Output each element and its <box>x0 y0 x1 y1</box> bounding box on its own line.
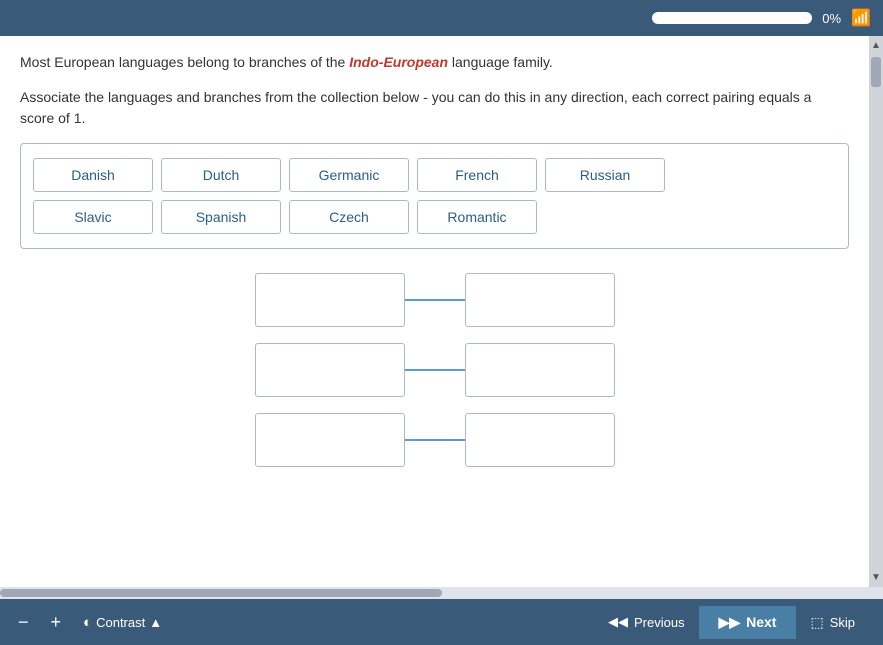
horizontal-scrollbar[interactable] <box>0 587 883 599</box>
scroll-up-arrow[interactable]: ▲ <box>869 38 883 53</box>
pair-slot-1-left[interactable] <box>255 273 405 327</box>
h-scroll-thumb[interactable] <box>0 589 442 597</box>
intro-text-before: Most European languages belong to branch… <box>20 54 349 70</box>
previous-button[interactable]: ◀◀ Previous <box>594 606 699 638</box>
top-bar: 0% 📶 <box>0 0 883 36</box>
pair-connector-3 <box>405 439 465 441</box>
word-bank: Danish Dutch Germanic French Russian Sla… <box>20 143 849 249</box>
main-content: Most European languages belong to branch… <box>0 36 869 587</box>
contrast-circle-icon: ◐ <box>83 614 92 631</box>
word-chip-russian[interactable]: Russian <box>545 158 665 192</box>
previous-label: Previous <box>634 615 685 630</box>
word-chip-slavic[interactable]: Slavic <box>33 200 153 234</box>
next-skip-icon: ▶▶ <box>719 614 741 631</box>
pair-slot-1-right[interactable] <box>465 273 615 327</box>
word-chip-danish[interactable]: Danish <box>33 158 153 192</box>
indo-european-highlight: Indo-European <box>349 54 448 70</box>
word-bank-row-2: Slavic Spanish Czech Romantic <box>33 200 836 234</box>
pair-slot-2-left[interactable] <box>255 343 405 397</box>
scroll-down-arrow[interactable]: ▼ <box>869 570 883 585</box>
intro-text-after: language family. <box>448 54 553 70</box>
skip-button[interactable]: ⬚ Skip <box>796 606 869 639</box>
contrast-arrow: ▲ <box>149 615 162 630</box>
toolbar-right: ◀◀ Previous ▶▶ Next ⬚ Skip <box>594 606 869 639</box>
toolbar-left: − + ◐ Contrast ▲ <box>14 608 594 637</box>
word-chip-french[interactable]: French <box>417 158 537 192</box>
word-chip-spanish[interactable]: Spanish <box>161 200 281 234</box>
intro-paragraph: Most European languages belong to branch… <box>20 52 849 73</box>
bottom-toolbar: − + ◐ Contrast ▲ ◀◀ Previous ▶▶ Next ⬚ S… <box>0 599 883 645</box>
pair-slot-3-right[interactable] <box>465 413 615 467</box>
word-chip-dutch[interactable]: Dutch <box>161 158 281 192</box>
scroll-thumb[interactable] <box>871 57 881 87</box>
plus-icon: + <box>51 612 62 633</box>
pair-row-2 <box>255 343 615 397</box>
word-bank-row-1: Danish Dutch Germanic French Russian <box>33 158 836 192</box>
wifi-icon: 📶 <box>851 8 871 28</box>
contrast-label: Contrast <box>96 615 145 630</box>
pair-connector-1 <box>405 299 465 301</box>
skip-box-icon: ⬚ <box>810 614 823 631</box>
word-chip-czech[interactable]: Czech <box>289 200 409 234</box>
pair-slot-2-right[interactable] <box>465 343 615 397</box>
scroll-container: Most European languages belong to branch… <box>0 36 883 587</box>
pair-row-3 <box>255 413 615 467</box>
instruction-text: Associate the languages and branches fro… <box>20 87 849 129</box>
pair-slot-3-left[interactable] <box>255 413 405 467</box>
progress-bar <box>652 12 812 24</box>
vertical-scrollbar[interactable]: ▲ ▼ <box>869 36 883 587</box>
next-label: Next <box>746 614 776 630</box>
word-chip-romantic[interactable]: Romantic <box>417 200 537 234</box>
zoom-out-button[interactable]: − <box>14 608 33 637</box>
minus-icon: − <box>18 612 29 633</box>
pair-row-1 <box>255 273 615 327</box>
prev-skip-icon: ◀◀ <box>608 614 628 630</box>
next-button[interactable]: ▶▶ Next <box>699 606 797 639</box>
skip-label: Skip <box>830 615 855 630</box>
word-chip-germanic[interactable]: Germanic <box>289 158 409 192</box>
pair-connector-2 <box>405 369 465 371</box>
pairs-area <box>20 273 849 467</box>
progress-percent: 0% <box>822 11 841 26</box>
zoom-in-button[interactable]: + <box>47 608 66 637</box>
contrast-button[interactable]: ◐ Contrast ▲ <box>79 610 166 635</box>
